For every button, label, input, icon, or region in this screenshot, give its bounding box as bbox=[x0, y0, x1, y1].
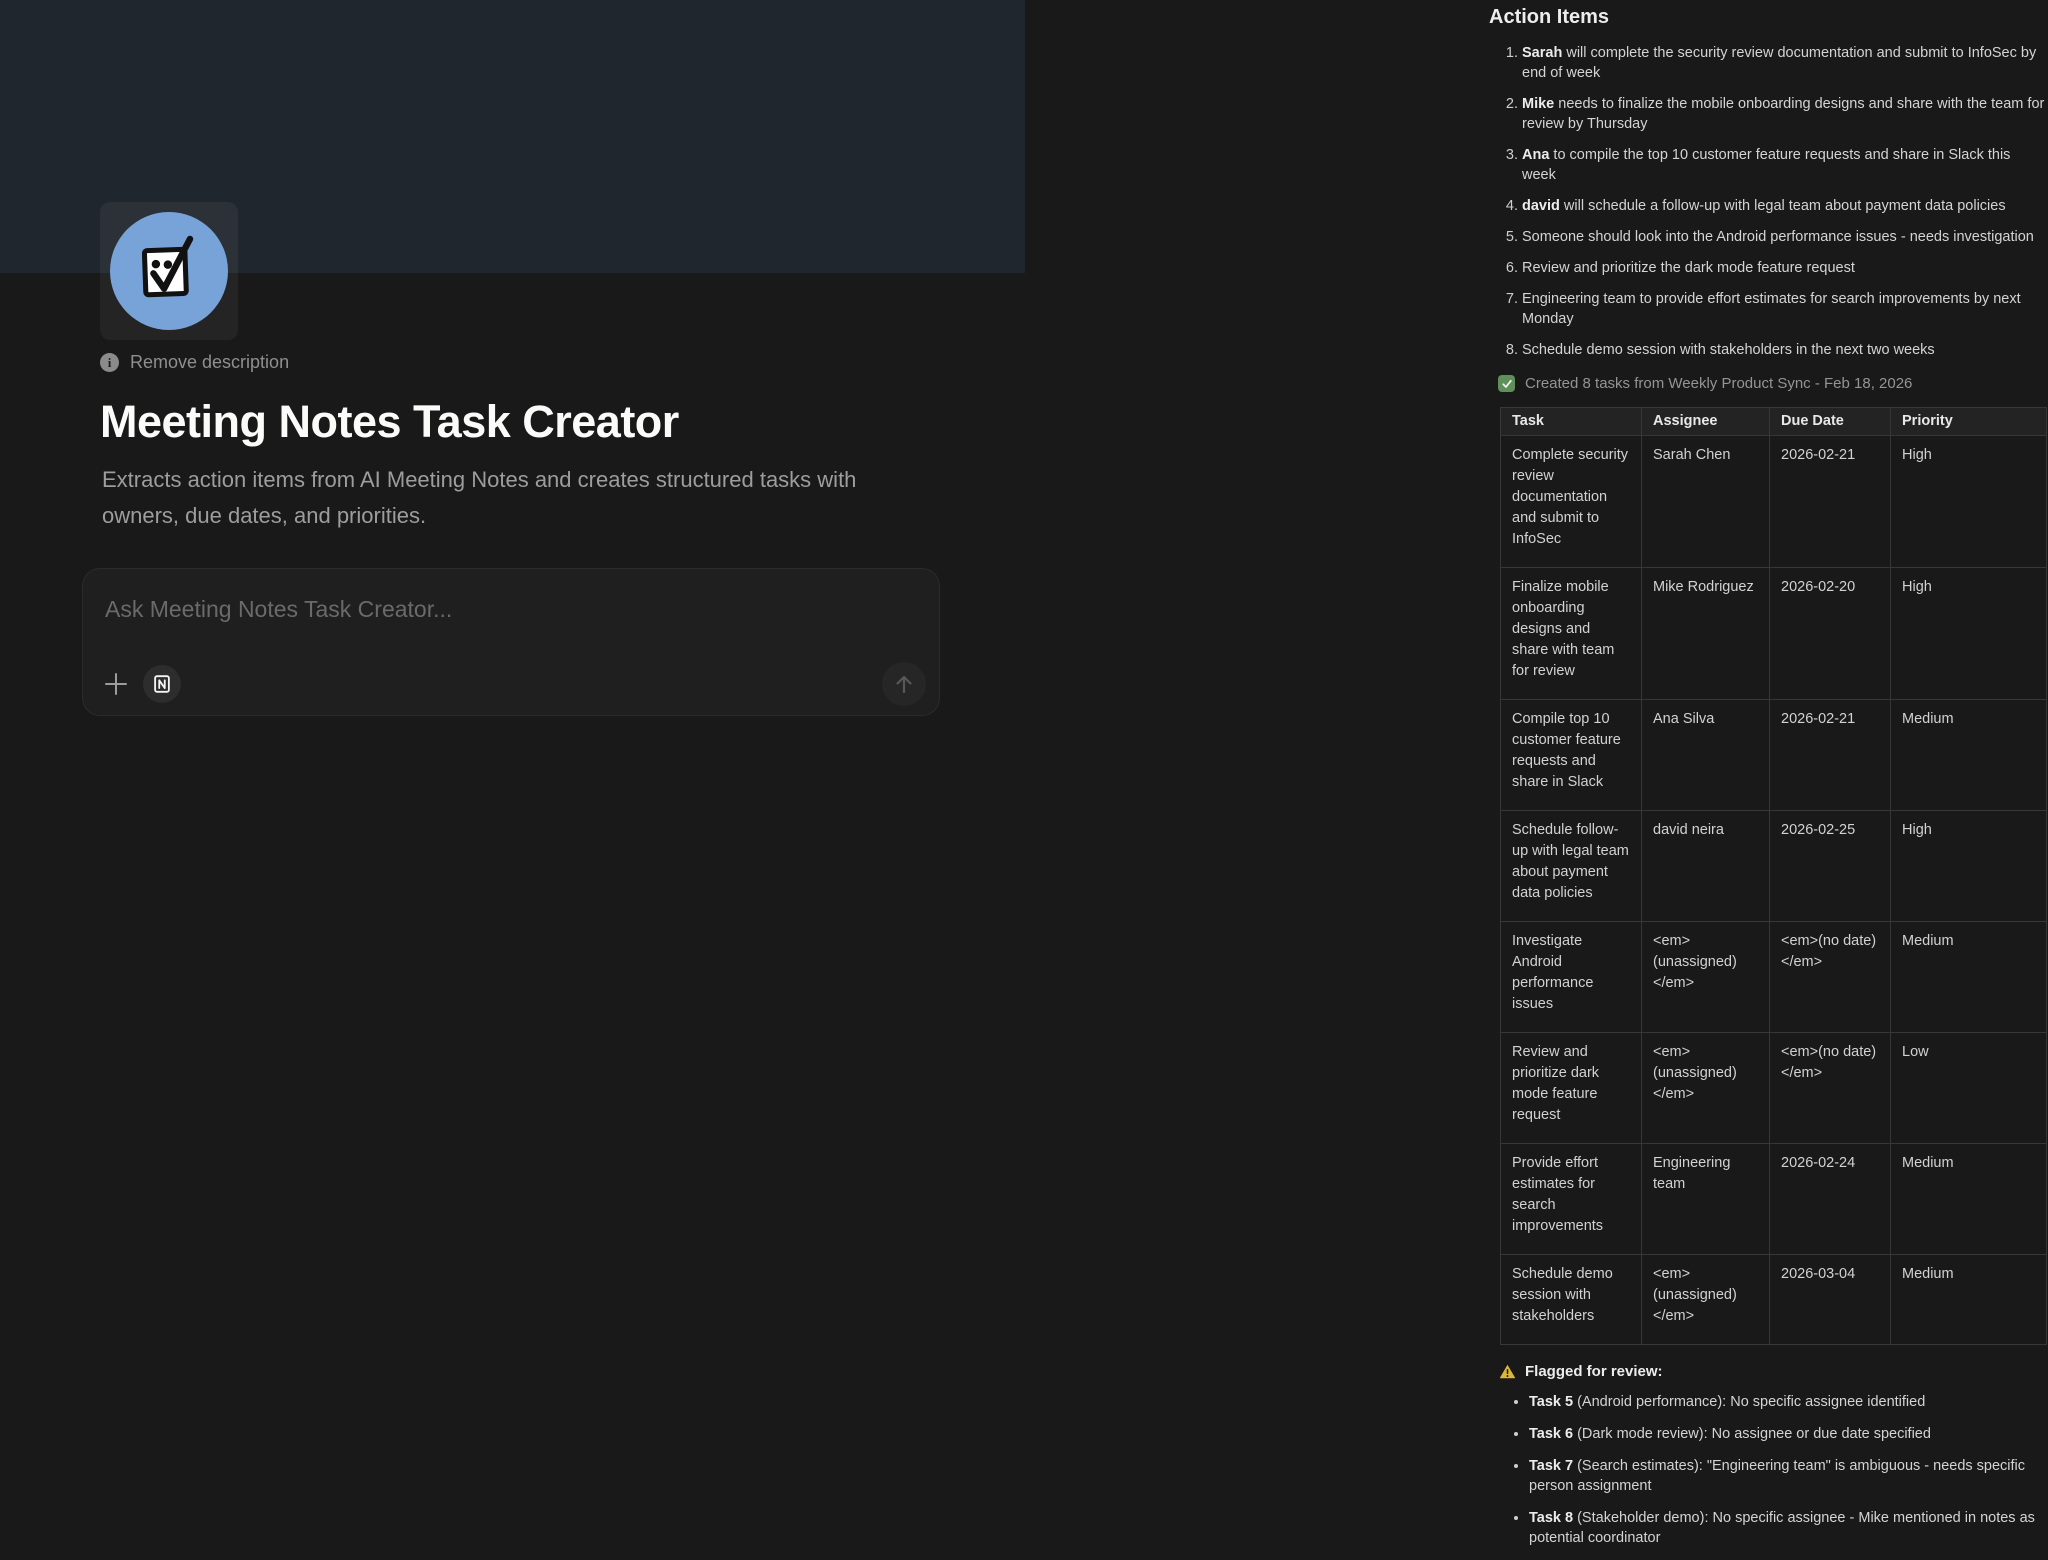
send-button[interactable] bbox=[882, 662, 926, 706]
status-row: Created 8 tasks from Weekly Product Sync… bbox=[1498, 375, 2046, 392]
table-header-assignee: Assignee bbox=[1642, 408, 1770, 436]
list-item: Task 5 (Android performance): No specifi… bbox=[1529, 1392, 2046, 1412]
info-icon: i bbox=[100, 353, 119, 372]
page-icon-button[interactable] bbox=[100, 202, 238, 340]
arrow-up-icon bbox=[892, 672, 916, 696]
table-cell: High bbox=[1891, 436, 2047, 568]
table-cell: High bbox=[1891, 811, 2047, 922]
warning-icon bbox=[1499, 1363, 1516, 1380]
table-cell: Investigate Android performance issues bbox=[1501, 922, 1642, 1033]
table-cell: Ana Silva bbox=[1642, 700, 1770, 811]
table-row: Schedule follow-up with legal team about… bbox=[1501, 811, 2047, 922]
table-cell: Schedule follow-up with legal team about… bbox=[1501, 811, 1642, 922]
table-row: Review and prioritize dark mode feature … bbox=[1501, 1033, 2047, 1144]
table-row: Compile top 10 customer feature requests… bbox=[1501, 700, 2047, 811]
table-row: Complete security review documentation a… bbox=[1501, 436, 2047, 568]
flagged-heading: Flagged for review: bbox=[1525, 1363, 1663, 1380]
page-description[interactable]: Extracts action items from AI Meeting No… bbox=[102, 462, 902, 534]
status-text: Created 8 tasks from Weekly Product Sync… bbox=[1525, 375, 1912, 392]
table-cell: 2026-03-04 bbox=[1770, 1255, 1891, 1345]
remove-description-button[interactable]: i Remove description bbox=[100, 352, 289, 373]
response-panel: Action Items Sarah will complete the sec… bbox=[1489, 6, 2046, 1560]
table-cell: Medium bbox=[1891, 1255, 2047, 1345]
table-header-priority: Priority bbox=[1891, 408, 2047, 436]
list-item: Engineering team to provide effort estim… bbox=[1522, 289, 2046, 329]
list-item: Someone should look into the Android per… bbox=[1522, 227, 2046, 247]
list-item: Ana to compile the top 10 customer featu… bbox=[1522, 145, 2046, 185]
table-cell: Provide effort estimates for search impr… bbox=[1501, 1144, 1642, 1255]
list-item: Task 6 (Dark mode review): No assignee o… bbox=[1529, 1424, 2046, 1444]
checkbox-ballot-emoji-icon bbox=[110, 212, 228, 330]
table-header-row: TaskAssigneeDue DatePriority bbox=[1501, 408, 2047, 436]
table-cell: 2026-02-21 bbox=[1770, 436, 1891, 568]
list-item: Review and prioritize the dark mode feat… bbox=[1522, 258, 2046, 278]
remove-description-label: Remove description bbox=[130, 352, 289, 373]
attach-button[interactable] bbox=[101, 669, 131, 699]
flagged-heading-row: Flagged for review: bbox=[1499, 1363, 2046, 1380]
list-item: Sarah will complete the security review … bbox=[1522, 43, 2046, 83]
table-cell: <em>(unassigned) </em> bbox=[1642, 922, 1770, 1033]
table-cell: Medium bbox=[1891, 922, 2047, 1033]
tasks-table: TaskAssigneeDue DatePriority Complete se… bbox=[1500, 407, 2047, 1345]
table-cell: 2026-02-20 bbox=[1770, 568, 1891, 700]
table-cell: <em>(unassigned) </em> bbox=[1642, 1255, 1770, 1345]
table-row: Provide effort estimates for search impr… bbox=[1501, 1144, 2047, 1255]
prompt-placeholder: Ask Meeting Notes Task Creator... bbox=[105, 596, 452, 623]
prompt-input[interactable]: Ask Meeting Notes Task Creator... bbox=[82, 568, 940, 716]
table-cell: Sarah Chen bbox=[1642, 436, 1770, 568]
table-cell: david neira bbox=[1642, 811, 1770, 922]
list-item: Mike needs to finalize the mobile onboar… bbox=[1522, 94, 2046, 134]
notion-logo-icon bbox=[151, 673, 173, 695]
flagged-list: Task 5 (Android performance): No specifi… bbox=[1489, 1392, 2046, 1548]
list-item: Task 7 (Search estimates): "Engineering … bbox=[1529, 1456, 2046, 1496]
table-cell: Review and prioritize dark mode feature … bbox=[1501, 1033, 1642, 1144]
table-cell: <em>(no date) </em> bbox=[1770, 1033, 1891, 1144]
table-cell: 2026-02-25 bbox=[1770, 811, 1891, 922]
table-cell: Complete security review documentation a… bbox=[1501, 436, 1642, 568]
table-row: Investigate Android performance issues<e… bbox=[1501, 922, 2047, 1033]
list-item: Task 8 (Stakeholder demo): No specific a… bbox=[1529, 1508, 2046, 1548]
table-cell: Finalize mobile onboarding designs and s… bbox=[1501, 568, 1642, 700]
page-title[interactable]: Meeting Notes Task Creator bbox=[100, 396, 679, 448]
table-header-task: Task bbox=[1501, 408, 1642, 436]
table-cell: Compile top 10 customer feature requests… bbox=[1501, 700, 1642, 811]
table-cell: Medium bbox=[1891, 700, 2047, 811]
action-items-heading: Action Items bbox=[1489, 6, 2046, 29]
table-cell: <em>(unassigned) </em> bbox=[1642, 1033, 1770, 1144]
table-cell: Schedule demo session with stakeholders bbox=[1501, 1255, 1642, 1345]
plus-icon bbox=[103, 671, 129, 697]
table-cell: Medium bbox=[1891, 1144, 2047, 1255]
list-item: Schedule demo session with stakeholders … bbox=[1522, 340, 2046, 360]
table-cell: Mike Rodriguez bbox=[1642, 568, 1770, 700]
list-item: david will schedule a follow-up with leg… bbox=[1522, 196, 2046, 216]
notion-context-button[interactable] bbox=[143, 665, 181, 703]
green-check-icon bbox=[1498, 375, 1515, 392]
table-cell: High bbox=[1891, 568, 2047, 700]
tasks-table-body: Complete security review documentation a… bbox=[1501, 436, 2047, 1345]
action-items-list: Sarah will complete the security review … bbox=[1489, 43, 2046, 360]
table-cell: 2026-02-24 bbox=[1770, 1144, 1891, 1255]
table-cell: Low bbox=[1891, 1033, 2047, 1144]
table-cell: Engineering team bbox=[1642, 1144, 1770, 1255]
table-header-due-date: Due Date bbox=[1770, 408, 1891, 436]
table-row: Finalize mobile onboarding designs and s… bbox=[1501, 568, 2047, 700]
table-cell: 2026-02-21 bbox=[1770, 700, 1891, 811]
table-cell: <em>(no date) </em> bbox=[1770, 922, 1891, 1033]
table-row: Schedule demo session with stakeholders<… bbox=[1501, 1255, 2047, 1345]
